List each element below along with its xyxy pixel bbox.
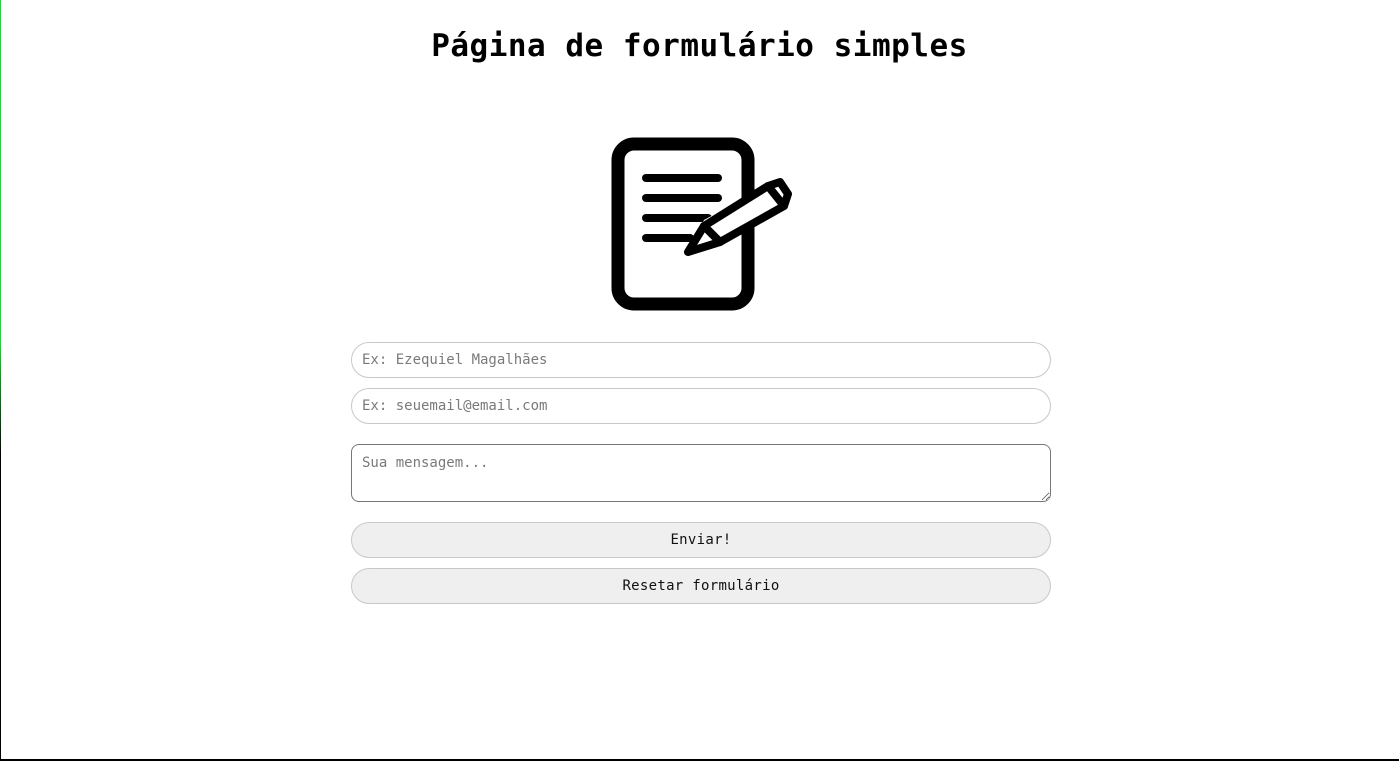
window-left-edge — [0, 0, 1, 761]
name-field[interactable] — [351, 342, 1051, 378]
email-field[interactable] — [351, 388, 1051, 424]
page-title: Página de formulário simples — [431, 28, 968, 64]
submit-button[interactable]: Enviar! — [351, 522, 1051, 558]
reset-form-button[interactable]: Resetar formulário — [351, 568, 1051, 604]
message-textarea[interactable] — [351, 444, 1051, 502]
document-with-pencil-icon — [611, 137, 792, 311]
